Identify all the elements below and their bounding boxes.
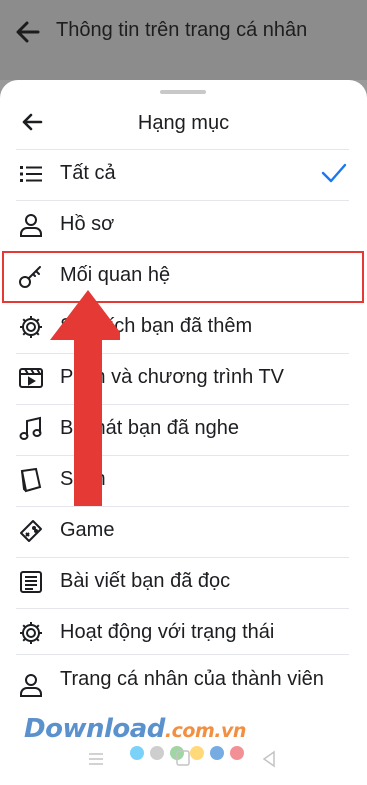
category-item-articles[interactable]: Bài viết bạn đã đọc: [0, 557, 367, 607]
home-icon[interactable]: [176, 750, 190, 766]
person-icon: [18, 212, 44, 238]
person-icon: [18, 672, 44, 698]
divider: [16, 654, 349, 655]
divider: [16, 200, 349, 201]
category-item-label: Bài viết bạn đã đọc: [60, 570, 231, 592]
gear-icon: [18, 620, 44, 646]
divider: [16, 149, 349, 150]
page-title: Thông tin trên trang cá nhân: [56, 19, 308, 41]
category-item-profile[interactable]: Hồ sơ: [0, 200, 367, 250]
pointer-arrow-icon: [50, 290, 120, 506]
sheet-drag-handle[interactable]: [160, 90, 206, 94]
profile-info-header: Thông tin trên trang cá nhân: [0, 0, 367, 80]
watermark-text: Download: [24, 714, 165, 744]
divider: [16, 557, 349, 558]
article-icon: [18, 569, 44, 595]
category-item-status-activity[interactable]: Hoạt động với trạng thái: [0, 608, 367, 658]
category-item-label: Hồ sơ: [60, 213, 115, 235]
category-item-games[interactable]: Game: [0, 506, 367, 556]
sheet-title: Hạng mục: [137, 112, 230, 134]
category-item-label: Hoạt động với trạng thái: [60, 621, 275, 643]
divider: [16, 608, 349, 609]
system-nav-bar: [0, 748, 367, 778]
watermark-suffix: .com.vn: [164, 720, 246, 742]
category-item-label: Trang cá nhân của thành viên: [60, 668, 324, 690]
sheet-header: Hạng mục: [0, 98, 367, 150]
category-item-label: Game: [60, 519, 115, 541]
back-arrow-icon[interactable]: [14, 18, 42, 46]
category-sheet: Hạng mục Tất cả Hồ sơ Mối quan hệ Sở thí…: [0, 80, 367, 785]
list-icon: [18, 161, 44, 187]
checkmark-icon: [321, 163, 347, 183]
watermark: Download.com.vn: [24, 714, 246, 744]
gamepad-icon: [18, 518, 44, 544]
recent-apps-icon[interactable]: [88, 752, 104, 766]
category-item-label: Tất cả: [60, 162, 116, 184]
nav-back-icon[interactable]: [262, 750, 276, 768]
category-item-all[interactable]: Tất cả: [0, 149, 367, 199]
